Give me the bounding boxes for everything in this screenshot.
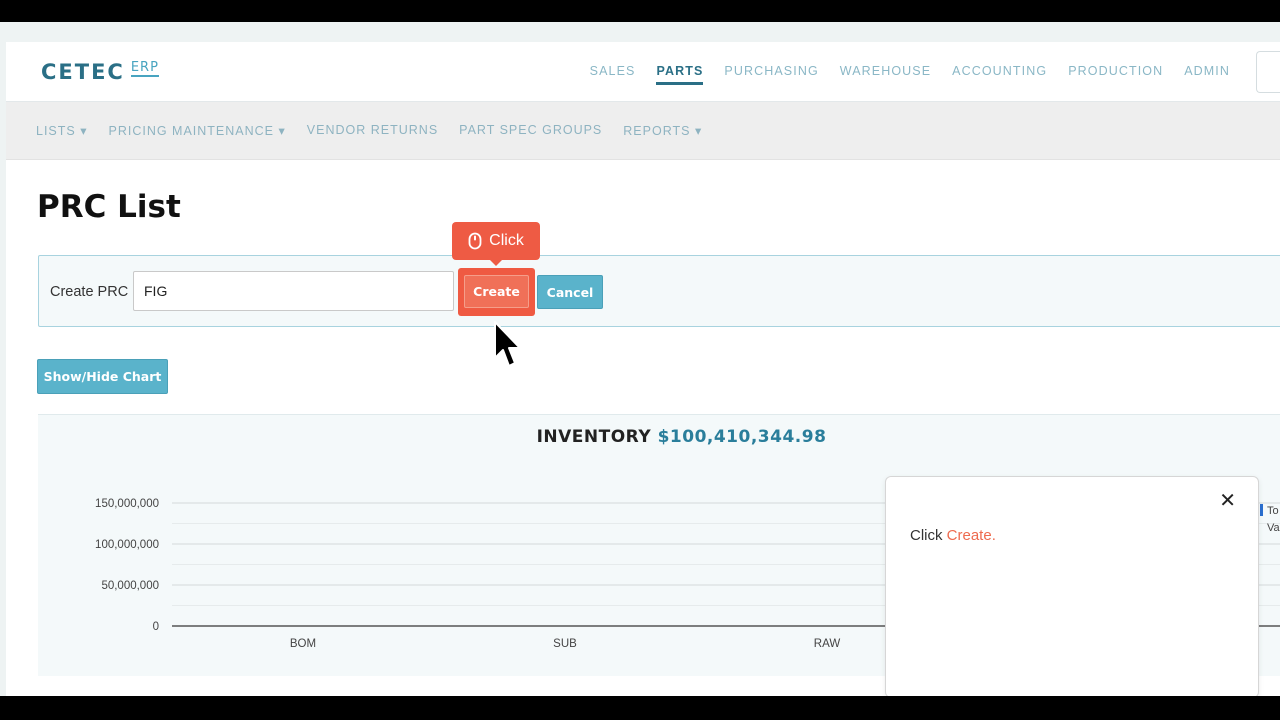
subnav-lists[interactable]: LISTS ▾ bbox=[36, 123, 87, 138]
nav-parts[interactable]: PARTS bbox=[656, 64, 704, 85]
mouse-pointer-icon bbox=[494, 321, 521, 367]
main-menu: SALES PARTS PURCHASING WAREHOUSE ACCOUNT… bbox=[590, 64, 1230, 85]
page-title: PRC List bbox=[37, 189, 181, 225]
legend-swatch bbox=[1260, 504, 1263, 516]
instruction-text: Click Create. bbox=[910, 527, 996, 544]
nav-accounting[interactable]: ACCOUNTING bbox=[952, 64, 1047, 85]
nav-production[interactable]: PRODUCTION bbox=[1068, 64, 1163, 85]
logo-suffix: ERP bbox=[130, 60, 159, 77]
nav-warehouse[interactable]: WAREHOUSE bbox=[840, 64, 931, 85]
y-tick-label: 100,000,000 bbox=[95, 539, 159, 551]
create-prc-panel: Create PRC Create Cancel bbox=[38, 255, 1280, 327]
create-prc-label: Create PRC bbox=[50, 284, 129, 300]
nav-admin[interactable]: ADMIN bbox=[1184, 64, 1230, 85]
subnav-vendor-returns[interactable]: VENDOR RETURNS bbox=[307, 123, 438, 138]
instruction-prefix: Click bbox=[910, 527, 947, 544]
top-navigation-bar: CETEC ERP SALES PARTS PURCHASING WAREHOU… bbox=[6, 42, 1280, 102]
chart-legend: To Va bbox=[1260, 503, 1280, 537]
create-button[interactable]: Create bbox=[464, 275, 529, 308]
subnav-reports[interactable]: REPORTS ▾ bbox=[623, 123, 702, 138]
close-icon[interactable]: ✕ bbox=[1219, 491, 1236, 511]
y-tick-label: 0 bbox=[153, 621, 159, 633]
instruction-popup: ✕ Click Create. bbox=[885, 476, 1259, 696]
x-tick-label: BOM bbox=[290, 638, 316, 650]
nav-purchasing[interactable]: PURCHASING bbox=[724, 64, 818, 85]
legend-text-2: Va bbox=[1267, 522, 1280, 534]
x-tick-label: RAW bbox=[814, 638, 841, 650]
y-tick-label: 150,000,000 bbox=[95, 498, 159, 510]
click-hint-label: Click bbox=[489, 232, 524, 249]
subnav-part-spec-groups[interactable]: PART SPEC GROUPS bbox=[459, 123, 602, 138]
mouse-icon bbox=[468, 232, 482, 250]
user-menu-button[interactable] bbox=[1256, 51, 1280, 93]
create-button-highlight: Create bbox=[458, 268, 535, 316]
sub-navigation-bar: LISTS ▾ PRICING MAINTENANCE ▾ VENDOR RET… bbox=[6, 102, 1280, 160]
cetec-logo[interactable]: CETEC ERP bbox=[41, 60, 159, 84]
x-tick-label: SUB bbox=[553, 638, 577, 650]
nav-sales[interactable]: SALES bbox=[590, 64, 636, 85]
subnav-pricing-maintenance[interactable]: PRICING MAINTENANCE ▾ bbox=[108, 123, 285, 138]
y-tick-label: 50,000,000 bbox=[101, 580, 159, 592]
legend-text-1: To bbox=[1267, 505, 1279, 517]
cancel-button[interactable]: Cancel bbox=[537, 275, 603, 309]
show-hide-chart-button[interactable]: Show/Hide Chart bbox=[37, 359, 168, 394]
app-frame: CETEC ERP SALES PARTS PURCHASING WAREHOU… bbox=[0, 22, 1280, 696]
click-hint-tooltip: Click bbox=[452, 222, 540, 266]
logo-text: CETEC bbox=[41, 60, 125, 84]
prc-name-input[interactable] bbox=[133, 271, 454, 311]
instruction-accent: Create. bbox=[946, 527, 996, 544]
sub-menu: LISTS ▾ PRICING MAINTENANCE ▾ VENDOR RET… bbox=[36, 123, 702, 138]
